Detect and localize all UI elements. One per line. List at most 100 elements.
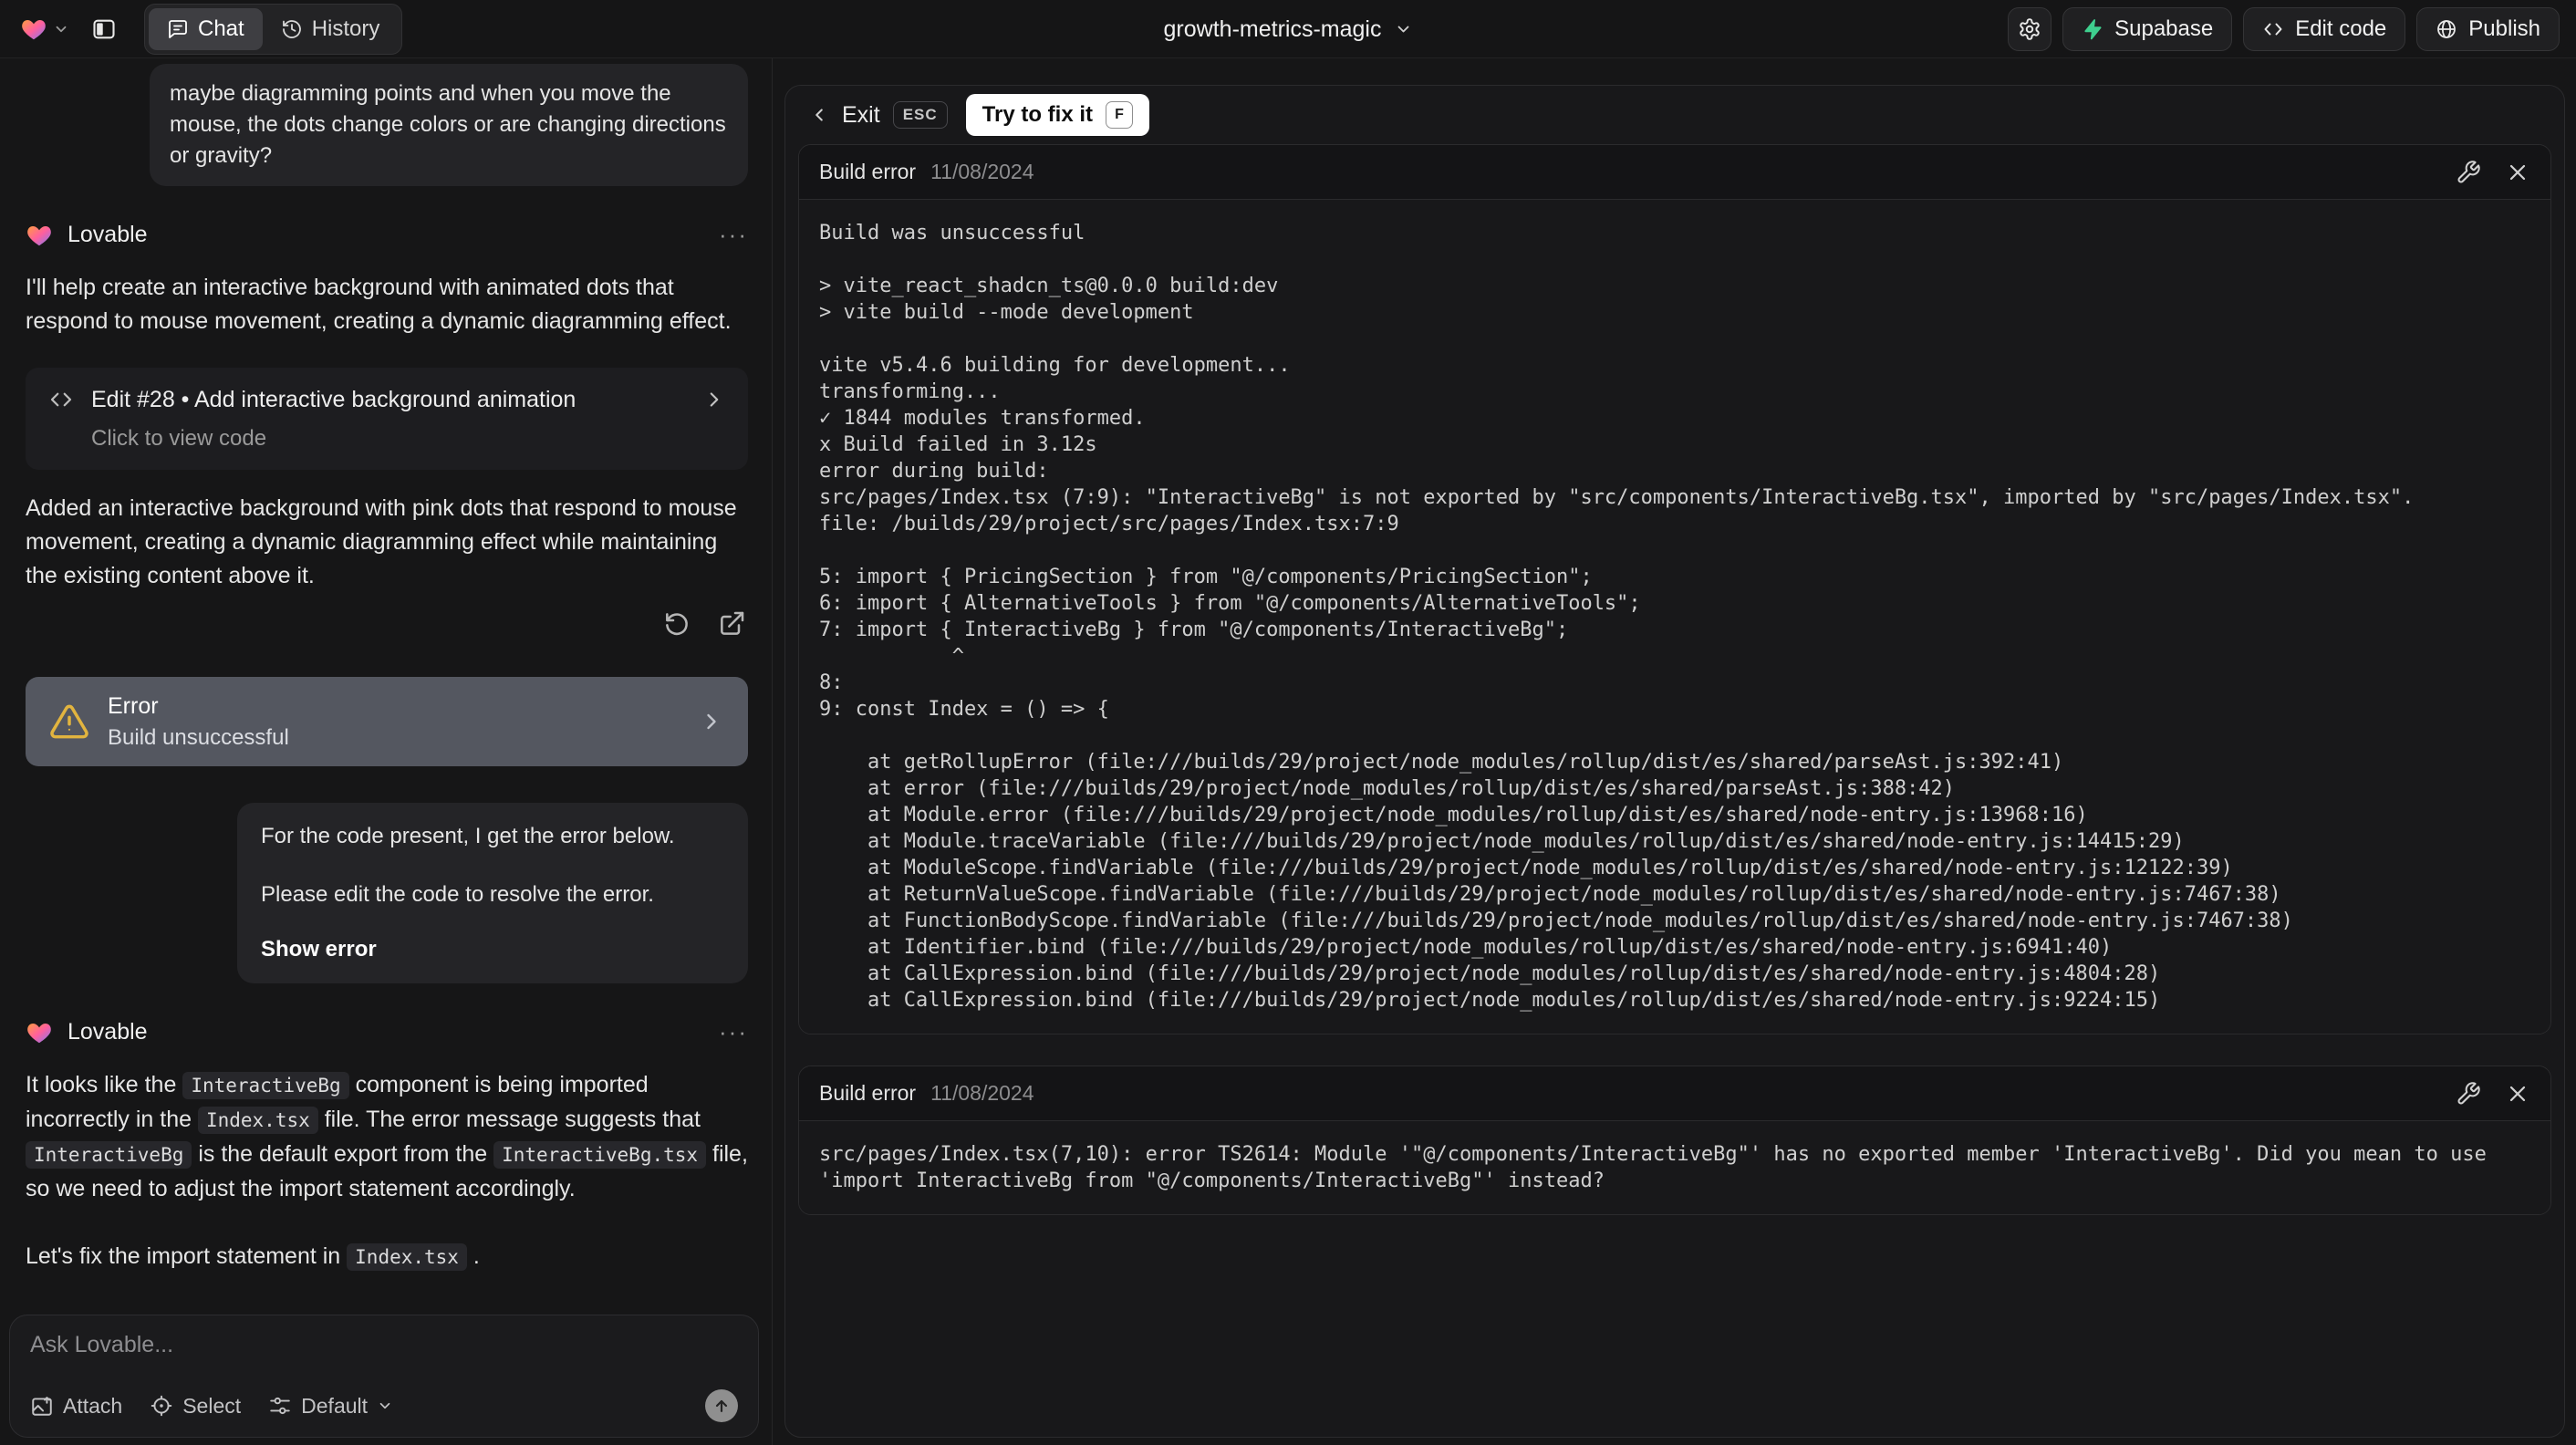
lovable-avatar (26, 1019, 53, 1046)
globe-icon (2436, 18, 2457, 40)
fix-wrench-icon[interactable] (2456, 1081, 2481, 1107)
message-menu-button[interactable]: ··· (719, 1018, 748, 1046)
preview-header: Exit ESC Try to fix it F (785, 86, 2564, 144)
assistant-message-text: I'll help create an interactive backgrou… (26, 275, 732, 334)
inline-code: Index.tsx (347, 1243, 467, 1271)
lovable-avatar (26, 222, 53, 249)
edit-code-button[interactable]: Edit code (2243, 6, 2406, 51)
code-brackets-icon (2262, 18, 2284, 40)
target-icon (150, 1394, 173, 1418)
message-actions (26, 609, 748, 640)
attach-label: Attach (63, 1393, 123, 1418)
build-error-date: 11/08/2024 (930, 1081, 1034, 1105)
inline-code: InteractiveBg (182, 1072, 349, 1099)
chevron-right-icon (702, 388, 726, 411)
edit-card-subtitle: Click to view code (91, 426, 267, 451)
open-external-icon[interactable] (717, 609, 748, 640)
assistant-name: Lovable (68, 1019, 148, 1045)
message-menu-button[interactable]: ··· (719, 221, 748, 249)
build-error-log: Build was unsuccessful > vite_react_shad… (819, 222, 2415, 1012)
image-attach-icon (30, 1394, 54, 1418)
tab-history-label: History (311, 16, 380, 41)
edit-card-title: Edit #28 • Add interactive background an… (91, 386, 576, 412)
model-label: Default (301, 1393, 369, 1418)
history-icon (281, 18, 303, 40)
settings-button[interactable] (2008, 6, 2052, 51)
exit-button[interactable]: Exit ESC (809, 101, 948, 129)
publish-button[interactable]: Publish (2416, 6, 2560, 51)
select-label: Select (182, 1393, 242, 1418)
chevron-down-icon (53, 21, 69, 37)
chat-bubble-icon (167, 18, 189, 40)
project-switcher[interactable]: growth-metrics-magic (1164, 0, 1413, 58)
chevron-left-icon (809, 105, 829, 125)
retry-icon[interactable] (662, 609, 693, 640)
user-message-bubble: For the code present, I get the error be… (237, 803, 748, 983)
inline-code: Index.tsx (197, 1107, 318, 1134)
build-error-date: 11/08/2024 (930, 160, 1034, 183)
lovable-logo-menu[interactable] (16, 12, 73, 47)
chat-history-segmented-control: Chat History (144, 3, 403, 55)
close-icon[interactable] (2505, 160, 2530, 185)
edit-code-label: Edit code (2295, 16, 2387, 41)
tab-chat[interactable]: Chat (149, 7, 263, 50)
publish-label: Publish (2468, 16, 2540, 41)
esc-key-badge: ESC (892, 101, 948, 129)
inline-code: InteractiveBg.tsx (493, 1141, 707, 1169)
user-message-bubble: maybe diagramming points and when you mo… (150, 64, 748, 186)
chevron-right-icon (699, 709, 724, 734)
error-card-subtitle: Build unsuccessful (108, 724, 289, 750)
build-error-title: Build error (819, 160, 917, 183)
user-message-line: Please edit the code to resolve the erro… (261, 882, 654, 907)
supabase-button[interactable]: Supabase (2062, 6, 2233, 51)
build-error-panel-1: Build error 11/08/2024 Build was unsucce… (798, 144, 2551, 1034)
build-error-header: Build error 11/08/2024 (799, 1066, 2550, 1121)
chat-composer: Attach Select (9, 1315, 759, 1438)
gear-icon (2018, 17, 2041, 41)
f-key-badge: F (1106, 101, 1134, 129)
model-selector[interactable]: Default (268, 1394, 393, 1419)
build-error-panel-2: Build error 11/08/2024 src/pages/Index.t… (798, 1066, 2551, 1215)
panel-left-icon (91, 16, 117, 42)
assistant-message-header: Lovable ··· (26, 221, 748, 249)
supabase-icon (2082, 18, 2103, 40)
arrow-up-icon (712, 1397, 731, 1415)
tab-chat-label: Chat (198, 16, 244, 41)
show-error-link[interactable]: Show error (261, 934, 724, 965)
chat-panel: maybe diagramming points and when you mo… (0, 58, 772, 1445)
warning-triangle-icon (49, 702, 89, 742)
try-to-fix-label: Try to fix it (982, 102, 1094, 127)
close-icon[interactable] (2505, 1081, 2530, 1107)
top-bar: Chat History growth-metrics-magic Supaba… (0, 0, 2576, 58)
user-message-line: For the code present, I get the error be… (261, 824, 675, 848)
lovable-heart-logo-icon (20, 16, 47, 43)
tab-history[interactable]: History (263, 8, 399, 50)
chevron-down-icon (1394, 20, 1412, 38)
sidebar-toggle-button[interactable] (82, 7, 126, 51)
send-button[interactable] (705, 1389, 738, 1422)
assistant-name: Lovable (68, 222, 148, 247)
project-name: growth-metrics-magic (1163, 16, 1382, 42)
inline-code: InteractiveBg (26, 1141, 192, 1169)
chat-input[interactable] (30, 1332, 738, 1376)
chevron-down-icon (377, 1398, 393, 1414)
build-error-title: Build error (819, 1081, 917, 1105)
try-to-fix-button[interactable]: Try to fix it F (965, 94, 1150, 136)
attach-button[interactable]: Attach (30, 1394, 122, 1419)
assistant-message-header: Lovable ··· (26, 1018, 748, 1046)
build-error-log: src/pages/Index.tsx(7,10): error TS2614:… (819, 1143, 2499, 1192)
assistant-message-text: Added an interactive background with pin… (26, 495, 737, 588)
build-error-card[interactable]: Error Build unsuccessful (26, 677, 748, 766)
supabase-label: Supabase (2114, 16, 2214, 41)
assistant-message-rich-text: It looks like the InteractiveBg componen… (26, 1072, 748, 1201)
error-card-title: Error (108, 692, 159, 719)
sliders-icon (268, 1394, 292, 1418)
edit-card-28[interactable]: Edit #28 • Add interactive background an… (26, 368, 748, 470)
code-brackets-icon (47, 386, 75, 413)
assistant-message-rich-text: Let's fix the import statement in Index.… (26, 1243, 480, 1271)
panel-divider (772, 58, 773, 1445)
select-element-button[interactable]: Select (150, 1394, 241, 1419)
preview-panel: Exit ESC Try to fix it F Build error 11/… (784, 85, 2565, 1438)
user-message-text: maybe diagramming points and when you mo… (170, 81, 726, 168)
fix-wrench-icon[interactable] (2456, 160, 2481, 185)
